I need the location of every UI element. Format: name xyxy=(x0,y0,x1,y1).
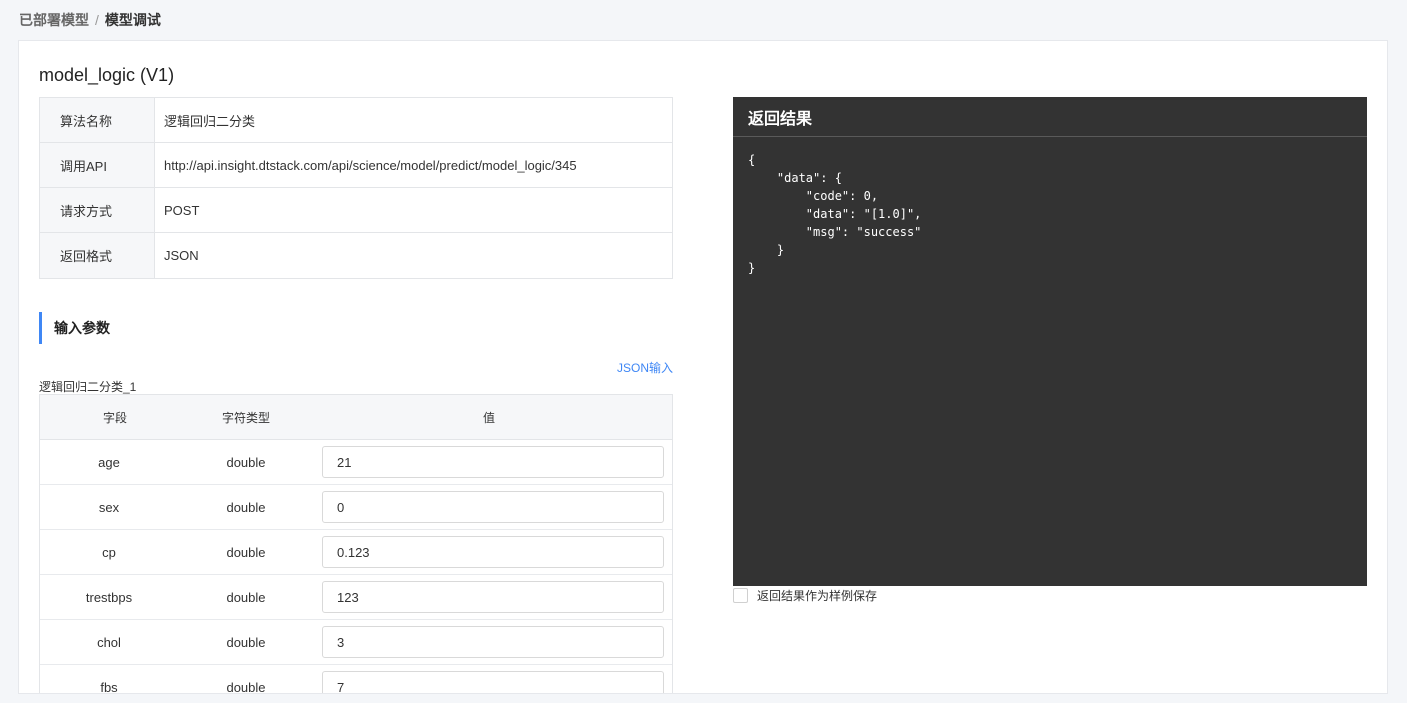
info-row-api: 调用API http://api.insight.dtstack.com/api… xyxy=(40,143,672,188)
param-field: fbs xyxy=(100,679,118,694)
param-value-input[interactable] xyxy=(322,446,664,478)
info-row-algorithm: 算法名称 逻辑回归二分类 xyxy=(40,98,672,143)
result-title: 返回结果 xyxy=(733,97,1367,137)
param-value-cell xyxy=(314,530,672,574)
info-value: http://api.insight.dtstack.com/api/scien… xyxy=(164,157,577,173)
json-input-link[interactable]: JSON输入 xyxy=(617,359,673,376)
info-value: 逻辑回归二分类 xyxy=(164,113,256,129)
param-type: double xyxy=(226,589,266,605)
info-row-method: 请求方式 POST xyxy=(40,188,672,233)
breadcrumb-link-deployed-models[interactable]: 已部署模型 xyxy=(19,12,89,28)
breadcrumb-separator: / xyxy=(95,12,99,28)
result-panel: 返回结果 { "data": { "code": 0, "data": "[1.… xyxy=(733,97,1367,586)
breadcrumb-current: 模型调试 xyxy=(104,12,161,28)
param-value-cell xyxy=(314,575,672,619)
input-params-heading: 输入参数 xyxy=(39,312,110,344)
param-type: double xyxy=(226,499,266,515)
info-key: 请求方式 xyxy=(40,188,155,232)
table-row: cp double xyxy=(40,530,672,575)
info-key: 调用API xyxy=(40,143,155,187)
table-row: sex double xyxy=(40,485,672,530)
param-type: double xyxy=(226,679,266,694)
param-value-input[interactable] xyxy=(322,626,664,658)
param-value-cell xyxy=(314,440,672,484)
param-field: chol xyxy=(97,634,121,650)
param-type: double xyxy=(226,634,266,650)
table-row: trestbps double xyxy=(40,575,672,620)
info-value: JSON xyxy=(164,248,199,263)
param-field: sex xyxy=(98,499,120,515)
page-title: model_logic (V1) xyxy=(39,65,175,85)
save-as-sample-checkbox[interactable] xyxy=(733,588,748,603)
info-table: 算法名称 逻辑回归二分类 调用API http://api.insight.dt… xyxy=(39,97,673,279)
param-type: double xyxy=(226,544,266,560)
header-value: 值 xyxy=(482,410,495,425)
table-row: chol double xyxy=(40,620,672,665)
param-value-input[interactable] xyxy=(322,581,664,613)
info-key: 返回格式 xyxy=(40,233,155,278)
table-row: fbs double xyxy=(40,665,672,694)
info-value: POST xyxy=(164,202,200,218)
result-json-output: { "data": { "code": 0, "data": "[1.0]", … xyxy=(748,153,922,275)
save-as-sample-label[interactable]: 返回结果作为样例保存 xyxy=(757,587,877,604)
param-value-cell xyxy=(314,620,672,664)
breadcrumb: 已部署模型 / 模型调试 xyxy=(19,11,161,29)
info-row-format: 返回格式 JSON xyxy=(40,233,672,278)
save-as-sample-row: 返回结果作为样例保存 xyxy=(733,587,877,604)
main-card: model_logic (V1) 算法名称 逻辑回归二分类 调用API http… xyxy=(18,40,1388,694)
param-value-cell xyxy=(314,485,672,529)
table-row: age double xyxy=(40,440,672,485)
info-key: 算法名称 xyxy=(40,98,155,142)
params-table-header: 字段 字符类型 值 xyxy=(40,395,672,440)
param-group-label: 逻辑回归二分类_1 xyxy=(39,380,137,394)
header-field: 字段 xyxy=(102,410,127,425)
param-value-cell xyxy=(314,665,672,693)
param-field: trestbps xyxy=(85,589,133,605)
param-value-input[interactable] xyxy=(322,491,664,523)
param-field: cp xyxy=(102,544,116,560)
param-value-input[interactable] xyxy=(322,671,664,693)
param-field: age xyxy=(98,454,120,470)
header-type: 字符类型 xyxy=(221,410,270,425)
param-type: double xyxy=(226,454,266,470)
param-value-input[interactable] xyxy=(322,536,664,568)
params-table: 字段 字符类型 值 age double sex double cp doubl… xyxy=(39,394,673,694)
